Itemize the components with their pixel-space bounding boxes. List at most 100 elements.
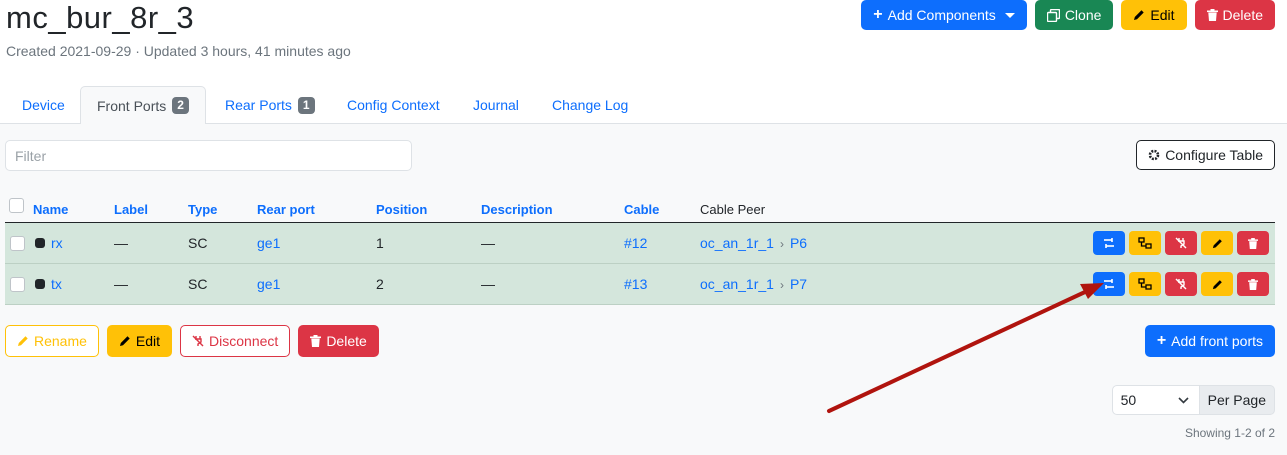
- trace-button[interactable]: [1093, 231, 1125, 255]
- pencil-icon: [119, 336, 130, 346]
- per-page-select[interactable]: 50: [1111, 385, 1200, 415]
- row-checkbox[interactable]: [10, 236, 25, 251]
- delete-row-button[interactable]: [1237, 231, 1269, 255]
- peer-port-link[interactable]: P7: [790, 276, 807, 292]
- bulk-disconnect-button[interactable]: Disconnect: [180, 325, 291, 357]
- port-name-link[interactable]: tx: [51, 276, 62, 292]
- edit-row-button[interactable]: [1201, 231, 1233, 255]
- column-header-name[interactable]: Name: [33, 202, 68, 217]
- disconnect-button[interactable]: [1165, 272, 1197, 296]
- chevron-down-icon: [1178, 396, 1189, 404]
- add-components-button[interactable]: + Add Components: [861, 0, 1027, 30]
- front-ports-count-badge: 2: [172, 97, 189, 114]
- rear-ports-count-badge: 1: [297, 96, 315, 114]
- port-label: —: [114, 235, 128, 251]
- port-position: 1: [376, 235, 384, 251]
- plus-icon: +: [873, 6, 883, 23]
- cable-link[interactable]: #13: [624, 276, 647, 292]
- pencil-icon: [1134, 10, 1145, 20]
- cable-link[interactable]: #12: [624, 235, 647, 251]
- add-front-ports-button[interactable]: + Add front ports: [1144, 325, 1275, 357]
- port-name-link[interactable]: rx: [51, 235, 63, 251]
- trace-button[interactable]: [1093, 272, 1125, 296]
- peer-device-link[interactable]: oc_an_1r_1: [700, 235, 774, 251]
- port-type: SC: [188, 235, 208, 251]
- chevron-right-icon: ›: [779, 237, 784, 251]
- pencil-icon: [18, 336, 28, 346]
- connect-icon: [1138, 278, 1152, 290]
- column-header-type[interactable]: Type: [188, 202, 217, 217]
- table-row: tx — SC ge1 2 — #13 oc_an_1r_1 › P7: [5, 264, 1275, 305]
- tab-change-log[interactable]: Change Log: [552, 86, 628, 124]
- cable-peer: oc_an_1r_1 › P6: [700, 235, 807, 251]
- tab-content-panel: Configure Table Name Label Type Rear por…: [0, 124, 1287, 455]
- per-page-label: Per Page: [1199, 385, 1275, 415]
- chevron-right-icon: ›: [779, 278, 784, 292]
- delete-row-button[interactable]: [1237, 272, 1269, 296]
- port-label: —: [114, 276, 128, 292]
- tab-config-context[interactable]: Config Context: [347, 86, 440, 124]
- cable-peer: oc_an_1r_1 › P7: [700, 276, 807, 292]
- pencil-icon: [1212, 279, 1222, 289]
- row-actions: [1093, 231, 1269, 255]
- trash-icon: [1206, 9, 1218, 21]
- rename-button[interactable]: Rename: [5, 325, 99, 357]
- disconnect-icon: [1175, 278, 1187, 290]
- disconnect-icon: [192, 335, 204, 347]
- port-position: 2: [376, 276, 384, 292]
- row-actions: [1093, 272, 1269, 296]
- disconnect-button[interactable]: [1165, 231, 1197, 255]
- table-header: Name Label Type Rear port Position Descr…: [5, 195, 1275, 223]
- select-all-checkbox[interactable]: [9, 198, 24, 213]
- chevron-down-icon: [1004, 12, 1015, 18]
- edit-button[interactable]: Edit: [1121, 0, 1187, 30]
- port-description: —: [481, 235, 495, 251]
- peer-device-link[interactable]: oc_an_1r_1: [700, 276, 774, 292]
- plus-icon: +: [1156, 332, 1167, 349]
- front-ports-table: Name Label Type Rear port Position Descr…: [5, 195, 1275, 305]
- tab-device[interactable]: Device: [22, 86, 65, 124]
- pagination-summary: Showing 1-2 of 2: [1184, 426, 1275, 440]
- header-actions: + Add Components Clone Edit Delete: [861, 0, 1275, 30]
- gear-icon: [1148, 149, 1160, 161]
- clone-button[interactable]: Clone: [1034, 0, 1114, 30]
- connect-button[interactable]: [1129, 231, 1161, 255]
- column-header-label[interactable]: Label: [114, 202, 148, 217]
- tab-front-ports[interactable]: Front Ports 2: [80, 86, 206, 125]
- connect-button[interactable]: [1129, 272, 1161, 296]
- pencil-icon: [1212, 238, 1222, 248]
- port-status-icon: [35, 238, 45, 248]
- connect-icon: [1138, 237, 1152, 249]
- delete-button[interactable]: Delete: [1194, 0, 1275, 30]
- trace-icon: [1104, 279, 1114, 289]
- bulk-actions: Rename Edit Disconnect Delete: [5, 325, 379, 357]
- column-header-rear-port[interactable]: Rear port: [257, 202, 315, 217]
- per-page-control: 50 Per Page: [1111, 385, 1275, 415]
- trash-icon: [310, 335, 322, 347]
- column-header-cable[interactable]: Cable: [624, 202, 659, 217]
- row-checkbox[interactable]: [10, 277, 25, 292]
- rear-port-link[interactable]: ge1: [257, 276, 280, 292]
- trace-icon: [1104, 238, 1114, 248]
- column-header-cable-peer: Cable Peer: [700, 202, 766, 217]
- port-type: SC: [188, 276, 208, 292]
- disconnect-icon: [1175, 237, 1187, 249]
- peer-port-link[interactable]: P6: [790, 235, 807, 251]
- tab-bar: Device Front Ports 2 Rear Ports 1 Config…: [0, 86, 1287, 125]
- column-header-description[interactable]: Description: [481, 202, 553, 217]
- filter-input[interactable]: [5, 140, 412, 171]
- bulk-delete-button[interactable]: Delete: [298, 325, 379, 357]
- tab-journal[interactable]: Journal: [473, 86, 519, 124]
- trash-icon: [1248, 278, 1258, 290]
- page-subtitle: Created 2021-09-29 · Updated 3 hours, 41…: [6, 43, 351, 59]
- trash-icon: [1248, 237, 1258, 249]
- configure-table-button[interactable]: Configure Table: [1136, 140, 1275, 170]
- port-description: —: [481, 276, 495, 292]
- edit-row-button[interactable]: [1201, 272, 1233, 296]
- rear-port-link[interactable]: ge1: [257, 235, 280, 251]
- tab-rear-ports[interactable]: Rear Ports 1: [225, 86, 315, 124]
- bulk-edit-button[interactable]: Edit: [106, 325, 173, 357]
- page-title: mc_bur_8r_3: [6, 0, 195, 35]
- column-header-position[interactable]: Position: [376, 202, 427, 217]
- clone-icon: [1046, 8, 1060, 22]
